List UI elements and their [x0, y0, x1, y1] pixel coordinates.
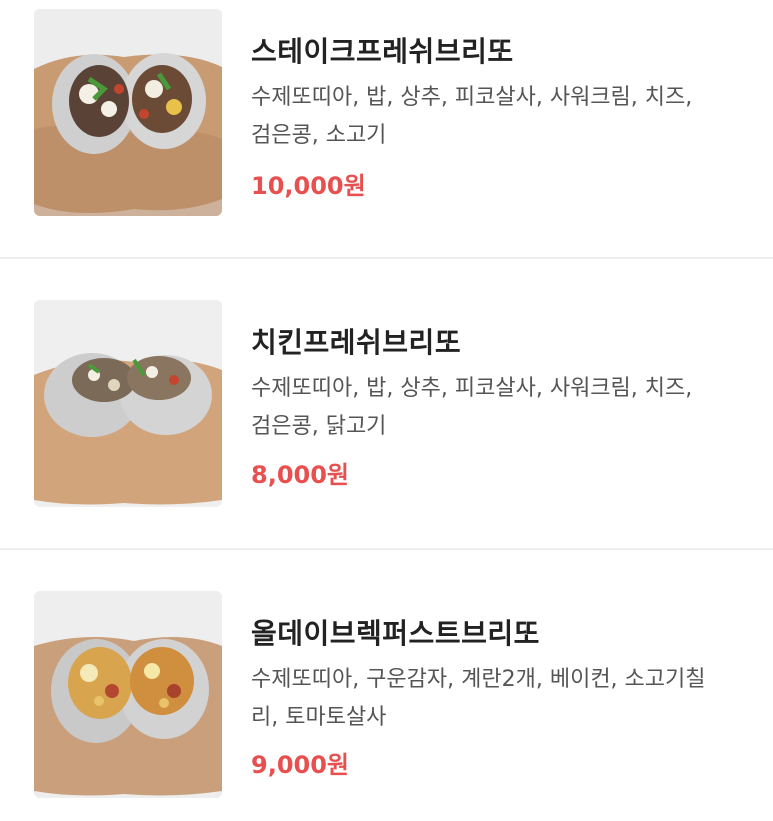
- menu-item-name: 치킨프레쉬브리또: [251, 326, 462, 359]
- description-line: 수제또띠아, 밥, 상추, 피코살사, 사워크림, 치즈,: [251, 85, 693, 110]
- burrito-photo: [34, 591, 222, 798]
- menu-item-price: 9,000원: [251, 751, 349, 779]
- description-line: 수제또띠아, 구운감자, 계란2개, 베이컨, 소고기칠: [251, 667, 706, 692]
- menu-item-chicken[interactable]: 치킨프레쉬브리또 수제또띠아, 밥, 상추, 피코살사, 사워크림, 치즈, 검…: [0, 259, 773, 549]
- menu-item-description: 수제또띠아, 구운감자, 계란2개, 베이컨, 소고기칠 리, 토마토살사: [251, 661, 751, 737]
- menu-item-allday-breakfast[interactable]: 올데이브렉퍼스트브리또 수제또띠아, 구운감자, 계란2개, 베이컨, 소고기칠…: [0, 550, 773, 821]
- menu-list: 스테이크프레쉬브리또 수제또띠아, 밥, 상추, 피코살사, 사워크림, 치즈,…: [0, 0, 773, 821]
- menu-item-photo[interactable]: [34, 591, 222, 798]
- burrito-photo: [34, 300, 222, 507]
- menu-item-description: 수제또띠아, 밥, 상추, 피코살사, 사워크림, 치즈, 검은콩, 소고기: [251, 79, 751, 155]
- description-line: 검은콩, 닭고기: [251, 414, 387, 439]
- menu-item-description: 수제또띠아, 밥, 상추, 피코살사, 사워크림, 치즈, 검은콩, 닭고기: [251, 370, 751, 446]
- burrito-photo: [34, 9, 222, 216]
- menu-item-price: 10,000원: [251, 172, 366, 200]
- description-line: 수제또띠아, 밥, 상추, 피코살사, 사워크림, 치즈,: [251, 376, 693, 401]
- menu-item-steak[interactable]: 스테이크프레쉬브리또 수제또띠아, 밥, 상추, 피코살사, 사워크림, 치즈,…: [0, 0, 773, 258]
- description-line: 검은콩, 소고기: [251, 123, 387, 148]
- menu-item-name: 스테이크프레쉬브리또: [251, 35, 514, 68]
- menu-item-name: 올데이브렉퍼스트브리또: [251, 617, 540, 650]
- menu-item-photo[interactable]: [34, 300, 222, 507]
- description-line: 리, 토마토살사: [251, 705, 387, 730]
- menu-item-price: 8,000원: [251, 461, 349, 489]
- menu-item-photo[interactable]: [34, 9, 222, 216]
